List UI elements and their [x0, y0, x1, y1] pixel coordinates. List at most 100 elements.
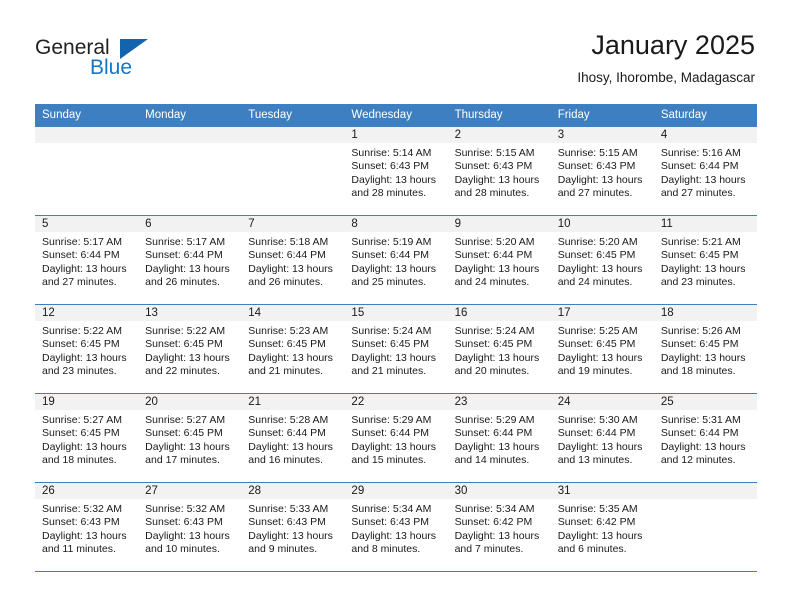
calendar-day-cell[interactable]: 15 Sunrise: 5:24 AM Sunset: 6:45 PM Dayligh…: [344, 305, 448, 393]
daylight-text-line1: Daylight: 13 hours: [660, 440, 746, 453]
calendar-day-cell[interactable]: 4 Sunrise: 5:16 AM Sunset: 6:44 PM Daylight…: [653, 127, 757, 215]
calendar-day-cell[interactable]: 11 Sunrise: 5:21 AM Sunset: 6:45 PM Dayligh…: [653, 216, 757, 304]
daylight-text-line1: Daylight: 13 hours: [351, 440, 437, 453]
sunset-text: Sunset: 6:44 PM: [557, 427, 636, 440]
day-of-week-header: Wednesday: [351, 109, 412, 121]
calendar-day-cell[interactable]: 6 Sunrise: 5:17 AM Sunset: 6:44 PM Daylight…: [138, 216, 242, 304]
calendar-day-cell[interactable]: 28 Sunrise: 5:33 AM Sunset: 6:43 PM Dayligh…: [241, 483, 345, 571]
calendar-day-cell[interactable]: 16 Sunrise: 5:24 AM Sunset: 6:45 PM Dayligh…: [447, 305, 551, 393]
daylight-text-line1: Daylight: 13 hours: [42, 262, 127, 275]
daylight-text-line1: Daylight: 13 hours: [248, 262, 333, 275]
sunrise-text: Sunrise: 5:34 AM: [454, 503, 535, 515]
daylight-text-line2: and 18 minutes.: [660, 364, 736, 377]
sunrise-text: Sunrise: 5:29 AM: [351, 414, 432, 426]
day-sun-info: Sunrise: 5:15 AM Sunset: 6:43 PM Daylight:…: [448, 143, 551, 200]
calendar-week-row: 19 Sunrise: 5:27 AM Sunset: 6:45 PM Dayligh…: [35, 393, 757, 482]
daylight-text-line1: Daylight: 13 hours: [42, 351, 127, 364]
day-of-week-header: Tuesday: [248, 109, 292, 121]
calendar-page: General Blue January 2025 Ihosy, Ihoromb…: [0, 0, 792, 612]
day-sun-info: Sunrise: 5:15 AM Sunset: 6:43 PM Daylight:…: [551, 143, 654, 200]
day-number: 1: [344, 127, 448, 143]
day-number: 23: [447, 394, 551, 410]
day-number: 25: [653, 394, 757, 410]
calendar-day-cell[interactable]: 2 Sunrise: 5:15 AM Sunset: 6:43 PM Daylight…: [447, 127, 551, 215]
daylight-text-line2: and 20 minutes.: [454, 364, 530, 377]
day-sun-info: Sunrise: 5:14 AM Sunset: 6:43 PM Daylight:…: [344, 143, 447, 200]
calendar-day-cell[interactable]: 3 Sunrise: 5:15 AM Sunset: 6:43 PM Daylight…: [550, 127, 654, 215]
sunrise-text: Sunrise: 5:20 AM: [454, 236, 535, 248]
daylight-text-line1: Daylight: 13 hours: [351, 529, 437, 542]
calendar-day-cell[interactable]: 18 Sunrise: 5:26 AM Sunset: 6:45 PM Dayligh…: [653, 305, 757, 393]
day-sun-info: Sunrise: 5:34 AM Sunset: 6:43 PM Daylight:…: [344, 499, 447, 556]
sunset-text: Sunset: 6:43 PM: [351, 516, 430, 529]
day-sun-info: Sunrise: 5:29 AM Sunset: 6:44 PM Daylight:…: [344, 410, 447, 467]
calendar-weeks: 1 Sunrise: 5:14 AM Sunset: 6:43 PM Daylight…: [35, 126, 757, 572]
daylight-text-line1: Daylight: 13 hours: [248, 529, 333, 542]
sunset-text: Sunset: 6:45 PM: [351, 338, 430, 351]
sunrise-text: Sunrise: 5:18 AM: [248, 236, 329, 248]
day-number: 17: [550, 305, 654, 321]
sunset-text: Sunset: 6:44 PM: [248, 427, 326, 440]
daylight-text-line1: Daylight: 13 hours: [248, 351, 333, 364]
daylight-text-line1: Daylight: 13 hours: [454, 262, 540, 275]
calendar-week-row: 5 Sunrise: 5:17 AM Sunset: 6:44 PM Daylight…: [35, 215, 757, 304]
sunrise-text: Sunrise: 5:27 AM: [42, 414, 122, 426]
daylight-text-line2: and 19 minutes.: [557, 364, 633, 377]
daylight-text-line1: Daylight: 13 hours: [351, 173, 437, 186]
day-sun-info: Sunrise: 5:16 AM Sunset: 6:44 PM Daylight:…: [654, 143, 757, 200]
calendar-day-cell[interactable]: 20 Sunrise: 5:27 AM Sunset: 6:45 PM Dayligh…: [138, 394, 242, 482]
day-number: 27: [138, 483, 242, 499]
calendar-day-cell[interactable]: 25 Sunrise: 5:31 AM Sunset: 6:44 PM Dayligh…: [653, 394, 757, 482]
sunset-text: Sunset: 6:43 PM: [42, 516, 120, 529]
day-number: 26: [35, 483, 139, 499]
calendar-day-cell[interactable]: 30 Sunrise: 5:34 AM Sunset: 6:42 PM Dayligh…: [447, 483, 551, 571]
day-number: [653, 483, 757, 499]
calendar-day-cell[interactable]: 10 Sunrise: 5:20 AM Sunset: 6:45 PM Dayligh…: [550, 216, 654, 304]
daylight-text-line1: Daylight: 13 hours: [660, 351, 746, 364]
general-blue-logo[interactable]: General Blue: [35, 36, 175, 84]
calendar-day-cell[interactable]: 12 Sunrise: 5:22 AM Sunset: 6:45 PM Dayligh…: [35, 305, 139, 393]
calendar-day-cell[interactable]: 13 Sunrise: 5:22 AM Sunset: 6:45 PM Dayligh…: [138, 305, 242, 393]
daylight-text-line2: and 24 minutes.: [557, 275, 633, 288]
sunset-text: Sunset: 6:44 PM: [660, 160, 739, 173]
calendar-day-cell[interactable]: 14 Sunrise: 5:23 AM Sunset: 6:45 PM Dayligh…: [241, 305, 345, 393]
daylight-text-line2: and 26 minutes.: [248, 275, 323, 288]
day-sun-info: Sunrise: 5:18 AM Sunset: 6:44 PM Daylight:…: [241, 232, 344, 289]
daylight-text-line1: Daylight: 13 hours: [557, 440, 643, 453]
calendar-cell-empty: [35, 127, 139, 215]
day-sun-info: Sunrise: 5:17 AM Sunset: 6:44 PM Daylight:…: [35, 232, 138, 289]
day-number: 2: [447, 127, 551, 143]
sunrise-text: Sunrise: 5:22 AM: [145, 325, 226, 337]
daylight-text-line2: and 15 minutes.: [351, 453, 427, 466]
calendar-day-cell[interactable]: 9 Sunrise: 5:20 AM Sunset: 6:44 PM Daylight…: [447, 216, 551, 304]
calendar-day-cell[interactable]: 27 Sunrise: 5:32 AM Sunset: 6:43 PM Dayligh…: [138, 483, 242, 571]
calendar-day-cell[interactable]: 26 Sunrise: 5:32 AM Sunset: 6:43 PM Dayligh…: [35, 483, 139, 571]
calendar-day-cell[interactable]: 23 Sunrise: 5:29 AM Sunset: 6:44 PM Dayligh…: [447, 394, 551, 482]
day-sun-info: Sunrise: 5:31 AM Sunset: 6:44 PM Daylight:…: [654, 410, 757, 467]
calendar-day-cell[interactable]: 22 Sunrise: 5:29 AM Sunset: 6:44 PM Dayligh…: [344, 394, 448, 482]
daylight-text-line1: Daylight: 13 hours: [454, 529, 540, 542]
sunrise-text: Sunrise: 5:22 AM: [42, 325, 122, 337]
calendar-day-cell[interactable]: 24 Sunrise: 5:30 AM Sunset: 6:44 PM Dayligh…: [550, 394, 654, 482]
calendar-day-cell[interactable]: 7 Sunrise: 5:18 AM Sunset: 6:44 PM Daylight…: [241, 216, 345, 304]
day-number: 22: [344, 394, 448, 410]
daylight-text-line1: Daylight: 13 hours: [145, 440, 230, 453]
day-sun-info: Sunrise: 5:33 AM Sunset: 6:43 PM Daylight:…: [241, 499, 344, 556]
calendar-day-cell[interactable]: 29 Sunrise: 5:34 AM Sunset: 6:43 PM Dayligh…: [344, 483, 448, 571]
calendar-day-cell[interactable]: 21 Sunrise: 5:28 AM Sunset: 6:44 PM Dayligh…: [241, 394, 345, 482]
daylight-text-line1: Daylight: 13 hours: [145, 351, 230, 364]
calendar-day-cell[interactable]: 31 Sunrise: 5:35 AM Sunset: 6:42 PM Dayligh…: [550, 483, 654, 571]
calendar-day-cell[interactable]: 17 Sunrise: 5:25 AM Sunset: 6:45 PM Dayligh…: [550, 305, 654, 393]
sunrise-text: Sunrise: 5:23 AM: [248, 325, 329, 337]
daylight-text-line1: Daylight: 13 hours: [42, 440, 127, 453]
daylight-text-line2: and 7 minutes.: [454, 542, 524, 555]
day-sun-info: Sunrise: 5:27 AM Sunset: 6:45 PM Daylight:…: [138, 410, 241, 467]
calendar-day-cell[interactable]: 19 Sunrise: 5:27 AM Sunset: 6:45 PM Dayligh…: [35, 394, 139, 482]
daylight-text-line2: and 12 minutes.: [660, 453, 736, 466]
calendar-day-cell[interactable]: 5 Sunrise: 5:17 AM Sunset: 6:44 PM Daylight…: [35, 216, 139, 304]
daylight-text-line2: and 14 minutes.: [454, 453, 530, 466]
calendar-day-cell[interactable]: 1 Sunrise: 5:14 AM Sunset: 6:43 PM Daylight…: [344, 127, 448, 215]
logo-text-blue: Blue: [90, 56, 133, 79]
calendar-day-cell[interactable]: 8 Sunrise: 5:19 AM Sunset: 6:44 PM Daylight…: [344, 216, 448, 304]
daylight-text-line2: and 8 minutes.: [351, 542, 421, 555]
